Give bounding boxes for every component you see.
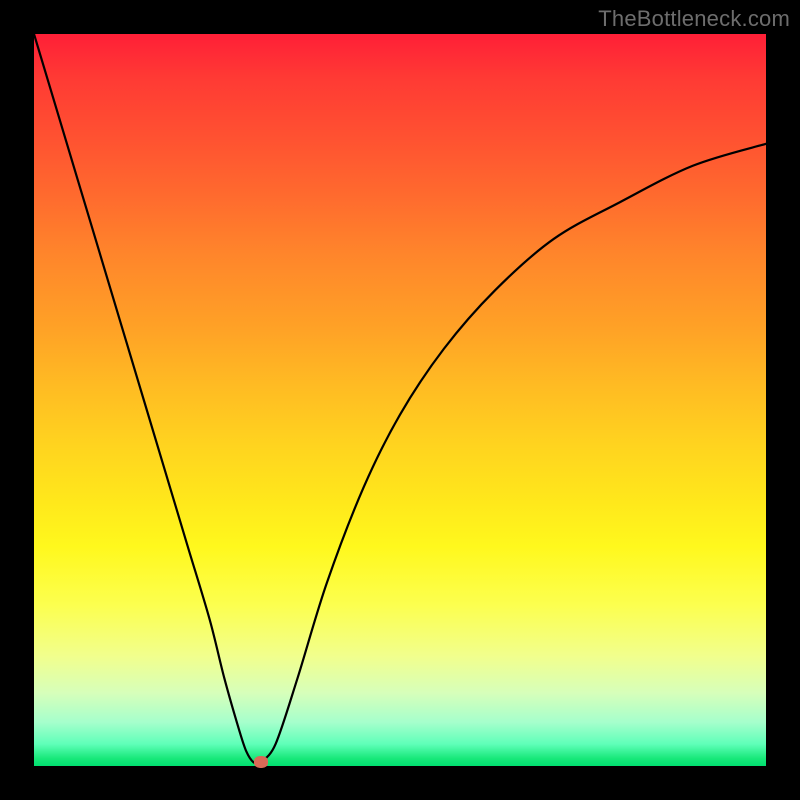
outer-frame: TheBottleneck.com xyxy=(0,0,800,800)
optimal-point-marker xyxy=(254,756,268,768)
chart-plot-area xyxy=(34,34,766,766)
watermark-text: TheBottleneck.com xyxy=(598,6,790,32)
bottleneck-curve xyxy=(34,34,766,766)
